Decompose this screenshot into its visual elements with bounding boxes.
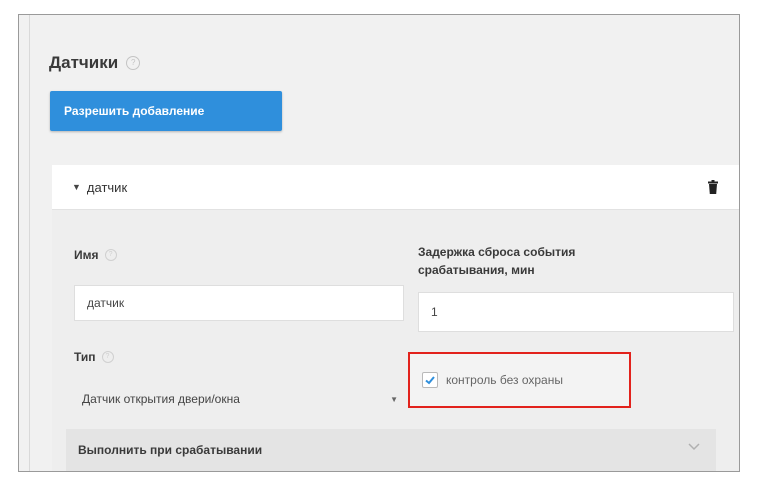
type-select-value: Датчик открытия двери/окна bbox=[82, 392, 240, 406]
control-checkbox[interactable] bbox=[422, 372, 438, 388]
name-label: Имя ? bbox=[74, 248, 117, 262]
caret-down-icon[interactable]: ▼ bbox=[72, 182, 81, 192]
help-icon[interactable]: ? bbox=[101, 351, 114, 363]
sensor-panel-header[interactable]: ▼ датчик bbox=[52, 165, 739, 210]
sensor-panel: ▼ датчик Имя ? Задержка сброса события с… bbox=[52, 165, 739, 471]
trash-icon[interactable] bbox=[708, 180, 718, 194]
checkmark-icon bbox=[425, 376, 435, 385]
section-title: Датчики ? bbox=[49, 53, 141, 73]
section-title-text: Датчики bbox=[49, 53, 119, 72]
on-trigger-label: Выполнить при срабатывании bbox=[78, 443, 263, 457]
control-checkbox-label[interactable]: контроль без охраны bbox=[446, 373, 563, 387]
type-label: Тип ? bbox=[74, 350, 114, 364]
control-highlight: контроль без охраны bbox=[408, 352, 631, 408]
sensor-panel-title: датчик bbox=[86, 179, 128, 195]
chevron-down-icon[interactable] bbox=[688, 443, 700, 451]
allow-add-button[interactable]: Разрешить добавление bbox=[50, 91, 282, 131]
settings-frame: Датчики ? Разрешить добавление ▼ датчик … bbox=[18, 14, 740, 472]
type-label-text: Тип bbox=[74, 350, 96, 364]
frame-divider bbox=[29, 15, 30, 471]
delay-label-line1: Задержка сброса события bbox=[418, 245, 576, 259]
on-trigger-accordion[interactable]: Выполнить при срабатывании bbox=[66, 429, 716, 471]
caret-down-icon: ▼ bbox=[390, 394, 398, 404]
help-icon[interactable]: ? bbox=[104, 249, 117, 261]
delay-label: Задержка сброса события срабатывания, ми… bbox=[418, 243, 575, 279]
help-icon[interactable]: ? bbox=[126, 56, 141, 70]
name-label-text: Имя bbox=[74, 248, 99, 262]
type-select[interactable]: Датчик открытия двери/окна ▼ bbox=[74, 381, 404, 417]
delay-input[interactable] bbox=[418, 292, 734, 332]
name-input[interactable] bbox=[74, 285, 404, 321]
delay-label-line2: срабатывания, мин bbox=[418, 263, 535, 277]
